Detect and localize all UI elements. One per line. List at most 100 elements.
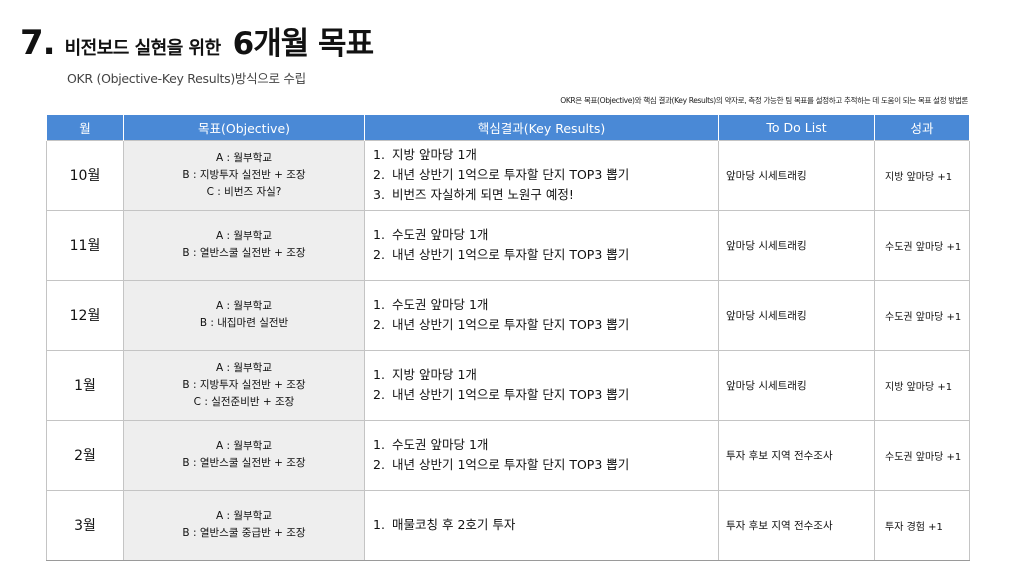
objective-line: C : 실전준비반 + 조장 — [193, 395, 295, 408]
result-cell: 수도권 앞마당 +1 — [874, 209, 970, 281]
result-cell: 지방 앞마당 +1 — [874, 139, 970, 211]
objective-line: B : 지방투자 실전반 + 조장 — [182, 168, 306, 181]
table-row: 10월 A : 월부학교 B : 지방투자 실전반 + 조장 C : 비번즈 자실? 1… — [46, 139, 970, 211]
objective-line: B : 열반스쿨 실전반 + 조장 — [182, 247, 306, 260]
key-result-text: 수도권 앞마당 1개 — [392, 227, 489, 243]
key-result-text: 내년 상반기 1억으로 투자할 단지 TOP3 뽑기 — [392, 317, 630, 333]
objective-line: A : 월부학교 — [215, 510, 273, 523]
objective-line: C : 비번즈 자실? — [206, 185, 282, 198]
key-result-item: 2. 내년 상반기 1억으로 투자할 단지 TOP3 뽑기 — [373, 455, 718, 475]
key-result-text: 매물코칭 후 2호기 투자 — [392, 517, 516, 533]
key-result-number: 2. — [373, 387, 385, 403]
subtitle: OKR (Objective-Key Results)방식으로 수립 — [67, 71, 306, 86]
month-cell: 11월 — [46, 209, 124, 281]
result-cell: 투자 경험 +1 — [874, 489, 970, 562]
objective-cell: A : 월부학교 B : 내집마련 실전반 — [123, 279, 365, 351]
table-row: 11월 A : 월부학교 B : 열반스쿨 실전반 + 조장 1. 수도권 앞마당 1개… — [46, 209, 970, 281]
table-row: 2월 A : 월부학교 B : 열반스쿨 실전반 + 조장 1. 수도권 앞마당 1개 2… — [46, 419, 970, 491]
key-result-number: 2. — [373, 457, 385, 473]
key-result-number: 1. — [373, 517, 385, 533]
key-result-text: 지방 앞마당 1개 — [392, 147, 477, 163]
key-result-number: 1. — [373, 147, 385, 163]
objective-line: A : 월부학교 — [215, 151, 273, 164]
key-result-text: 비번즈 자실하게 되면 노원구 예정! — [392, 187, 574, 203]
month-cell: 10월 — [46, 139, 124, 211]
todo-cell: 앞마당 시세트래킹 — [718, 349, 875, 421]
objective-line: A : 월부학교 — [215, 300, 273, 313]
todo-cell: 투자 후보 지역 전수조사 — [718, 419, 875, 491]
key-result-number: 2. — [373, 317, 385, 333]
key-results-cell: 1. 매물코칭 후 2호기 투자 — [364, 489, 719, 562]
objective-line: A : 월부학교 — [215, 440, 273, 453]
objective-line: B : 내집마련 실전반 — [199, 317, 289, 330]
key-result-item: 1. 수도권 앞마당 1개 — [373, 225, 718, 245]
key-results-cell: 1. 수도권 앞마당 1개 2. 내년 상반기 1억으로 투자할 단지 TOP3 뽑기 — [364, 279, 719, 351]
key-result-number: 2. — [373, 247, 385, 263]
todo-cell: 앞마당 시세트래킹 — [718, 209, 875, 281]
todo-cell: 앞마당 시세트래킹 — [718, 139, 875, 211]
key-result-text: 내년 상반기 1억으로 투자할 단지 TOP3 뽑기 — [392, 167, 630, 183]
column-header-key-results: 핵심결과(Key Results) — [364, 115, 719, 140]
key-result-text: 지방 앞마당 1개 — [392, 367, 477, 383]
section-number: 7. — [20, 23, 56, 63]
table-row: 3월 A : 월부학교 B : 열반스쿨 중급반 + 조장 1. 매물코칭 후 2호기 … — [46, 489, 970, 562]
title-main: 6개월 목표 — [232, 26, 374, 62]
key-result-item: 2. 내년 상반기 1억으로 투자할 단지 TOP3 뽑기 — [373, 245, 718, 265]
objective-cell: A : 월부학교 B : 열반스쿨 중급반 + 조장 — [123, 489, 365, 562]
table-row: 1월 A : 월부학교 B : 지방투자 실전반 + 조장 C : 실전준비반 + 조… — [46, 349, 970, 421]
objective-line: B : 열반스쿨 실전반 + 조장 — [182, 457, 306, 470]
objective-line: B : 지방투자 실전반 + 조장 — [182, 378, 306, 391]
key-result-item: 2. 내년 상반기 1억으로 투자할 단지 TOP3 뽑기 — [373, 315, 718, 335]
key-result-text: 수도권 앞마당 1개 — [392, 297, 489, 313]
key-result-item: 3. 비번즈 자실하게 되면 노원구 예정! — [373, 185, 718, 205]
key-result-number: 1. — [373, 227, 385, 243]
key-results-cell: 1. 수도권 앞마당 1개 2. 내년 상반기 1억으로 투자할 단지 TOP3 뽑기 — [364, 419, 719, 491]
key-results-cell: 1. 수도권 앞마당 1개 2. 내년 상반기 1억으로 투자할 단지 TOP3 뽑기 — [364, 209, 719, 281]
table-header-row: 월 목표(Objective) 핵심결과(Key Results) To Do … — [46, 115, 970, 140]
key-result-item: 1. 매물코칭 후 2호기 투자 — [373, 515, 718, 535]
month-cell: 12월 — [46, 279, 124, 351]
result-cell: 수도권 앞마당 +1 — [874, 419, 970, 491]
key-result-number: 2. — [373, 167, 385, 183]
todo-cell: 앞마당 시세트래킹 — [718, 279, 875, 351]
key-result-number: 1. — [373, 297, 385, 313]
objective-line: A : 월부학교 — [215, 230, 273, 243]
okr-table: 월 목표(Objective) 핵심결과(Key Results) To Do … — [46, 115, 970, 562]
column-header-objective: 목표(Objective) — [123, 115, 365, 140]
todo-cell: 투자 후보 지역 전수조사 — [718, 489, 875, 562]
key-result-item: 2. 내년 상반기 1억으로 투자할 단지 TOP3 뽑기 — [373, 385, 718, 405]
key-results-cell: 1. 지방 앞마당 1개 2. 내년 상반기 1억으로 투자할 단지 TOP3 뽑기 — [364, 349, 719, 421]
key-result-number: 1. — [373, 437, 385, 453]
key-result-item: 2. 내년 상반기 1억으로 투자할 단지 TOP3 뽑기 — [373, 165, 718, 185]
objective-line: A : 월부학교 — [215, 361, 273, 374]
key-result-item: 1. 수도권 앞마당 1개 — [373, 435, 718, 455]
month-cell: 2월 — [46, 419, 124, 491]
key-result-number: 3. — [373, 187, 385, 203]
result-cell: 지방 앞마당 +1 — [874, 349, 970, 421]
month-cell: 3월 — [46, 489, 124, 562]
result-cell: 수도권 앞마당 +1 — [874, 279, 970, 351]
key-result-item: 1. 수도권 앞마당 1개 — [373, 295, 718, 315]
table-row: 12월 A : 월부학교 B : 내집마련 실전반 1. 수도권 앞마당 1개 2. 내년 … — [46, 279, 970, 351]
month-cell: 1월 — [46, 349, 124, 421]
key-results-cell: 1. 지방 앞마당 1개 2. 내년 상반기 1억으로 투자할 단지 TOP3 뽑기 3… — [364, 139, 719, 211]
column-header-todo: To Do List — [718, 115, 875, 140]
key-result-text: 내년 상반기 1억으로 투자할 단지 TOP3 뽑기 — [392, 247, 630, 263]
key-result-text: 수도권 앞마당 1개 — [392, 437, 489, 453]
table-body: 10월 A : 월부학교 B : 지방투자 실전반 + 조장 C : 비번즈 자실? 1… — [46, 139, 970, 562]
key-result-number: 1. — [373, 367, 385, 383]
title-prefix: 비전보드 실현을 위한 — [64, 38, 222, 59]
key-result-text: 내년 상반기 1억으로 투자할 단지 TOP3 뽑기 — [392, 457, 630, 473]
objective-cell: A : 월부학교 B : 지방투자 실전반 + 조장 C : 실전준비반 + 조장 — [123, 349, 365, 421]
page-title: 7. 비전보드 실현을 위한 6개월 목표 — [20, 18, 374, 63]
key-result-item: 1. 지방 앞마당 1개 — [373, 365, 718, 385]
column-header-month: 월 — [46, 115, 124, 140]
key-result-text: 내년 상반기 1억으로 투자할 단지 TOP3 뽑기 — [392, 387, 630, 403]
key-result-item: 1. 지방 앞마당 1개 — [373, 145, 718, 165]
okr-definition-note: OKR은 목표(Objective)와 핵심 결과(Key Results)의 … — [560, 96, 968, 105]
objective-cell: A : 월부학교 B : 열반스쿨 실전반 + 조장 — [123, 209, 365, 281]
column-header-result: 성과 — [874, 115, 970, 140]
objective-cell: A : 월부학교 B : 지방투자 실전반 + 조장 C : 비번즈 자실? — [123, 139, 365, 211]
objective-cell: A : 월부학교 B : 열반스쿨 실전반 + 조장 — [123, 419, 365, 491]
objective-line: B : 열반스쿨 중급반 + 조장 — [182, 527, 306, 540]
